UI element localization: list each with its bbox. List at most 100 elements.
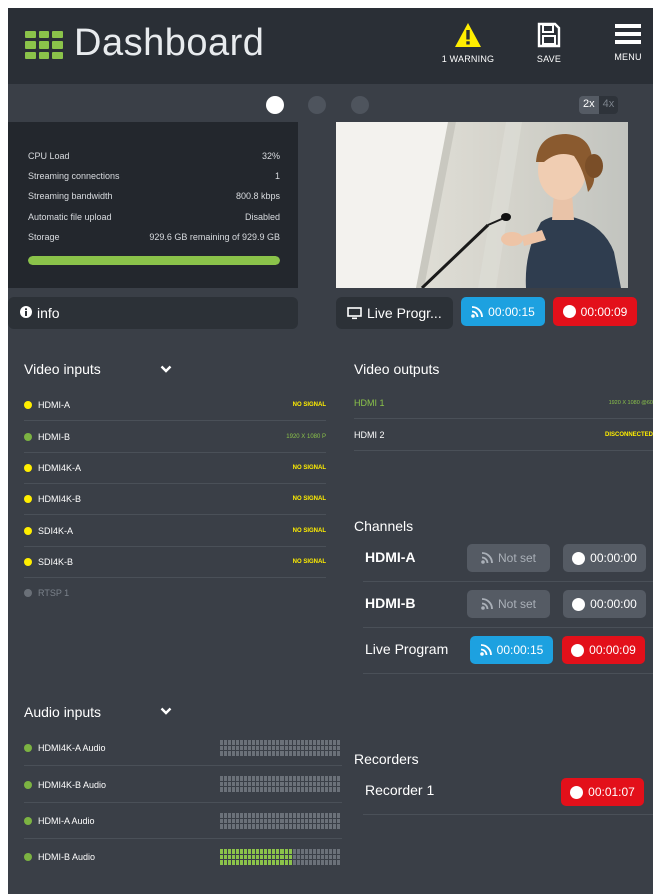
meter-cell: [240, 751, 244, 756]
channel-stream-button[interactable]: Not set: [467, 544, 550, 572]
meter-cell: [328, 781, 332, 787]
chevron-down-icon[interactable]: [160, 705, 172, 717]
meter-cell: [240, 745, 244, 751]
meter-cell: [304, 776, 308, 781]
meter-cell: [264, 787, 268, 792]
channel-name: Live Program: [365, 641, 449, 657]
meter-cell: [236, 781, 240, 787]
meter-cell: [228, 818, 232, 824]
save-button[interactable]: SAVE: [529, 22, 569, 64]
video-output-row[interactable]: HDMI 2 DISCONNECTED: [354, 419, 653, 451]
meter-cell: [220, 745, 224, 751]
video-inputs-title: Video inputs: [24, 361, 101, 377]
meter-cell: [240, 776, 244, 781]
status-dot: [24, 781, 32, 789]
meter-cell: [280, 813, 284, 818]
floppy-disk-icon: [537, 22, 561, 48]
meter-cell: [324, 776, 328, 781]
video-input-row[interactable]: SDI4K-B NO SIGNAL: [24, 546, 326, 578]
channel-stream-status: Not set: [497, 597, 536, 611]
video-input-row[interactable]: HDMI4K-B NO SIGNAL: [24, 483, 326, 515]
meter-cell: [224, 824, 228, 829]
meter-cell: [260, 781, 264, 787]
meter-cell: [336, 824, 340, 829]
meter-cell: [224, 849, 228, 854]
meter-cell: [280, 745, 284, 751]
zoom-toggle: 2x 4x: [579, 96, 619, 114]
video-input-row[interactable]: RTSP 1: [24, 577, 326, 608]
video-output-row[interactable]: HDMI 1 1920 X 1080 @60: [354, 387, 653, 419]
channel-record-button[interactable]: 00:00:00: [563, 590, 646, 618]
meter-cell: [312, 854, 316, 860]
meter-cell: [312, 860, 316, 865]
meter-cell: [260, 776, 264, 781]
live-preview-image[interactable]: [336, 122, 628, 288]
channel-record-button[interactable]: 00:00:09: [562, 636, 645, 664]
meter-cell: [332, 849, 336, 854]
meter-cell: [244, 849, 248, 854]
video-input-row[interactable]: SDI4K-A NO SIGNAL: [24, 515, 326, 547]
record-icon: [571, 643, 585, 657]
meter-cell: [228, 781, 232, 787]
zoom-2x-option[interactable]: 2x: [579, 96, 599, 114]
channel-row: Live Program 00:00:15 00:00:09: [363, 628, 653, 674]
menu-button[interactable]: MENU: [608, 22, 648, 62]
stat-value: Disabled: [244, 212, 280, 222]
live-program-stream-button[interactable]: 00:00:15: [461, 297, 545, 326]
meter-cell: [232, 740, 236, 745]
pager-dot-3[interactable]: [351, 96, 369, 114]
zoom-4x-option[interactable]: 4x: [598, 96, 619, 114]
meter-cell: [224, 781, 228, 787]
chevron-down-icon[interactable]: [160, 363, 172, 375]
meter-cell: [316, 740, 320, 745]
channel-name: HDMI-A: [365, 549, 416, 565]
meter-cell: [336, 740, 340, 745]
info-button[interactable]: info: [8, 297, 298, 329]
meter-cell: [268, 776, 272, 781]
live-program-button[interactable]: Live Progr...: [336, 297, 453, 329]
meter-cell: [260, 787, 264, 792]
meter-cell: [288, 854, 292, 860]
meter-cell: [240, 740, 244, 745]
pager-dot-1[interactable]: [266, 96, 284, 114]
meter-cell: [272, 824, 276, 829]
meter-cell: [288, 860, 292, 865]
meter-cell: [228, 740, 232, 745]
live-program-record-button[interactable]: 00:00:09: [553, 297, 637, 326]
video-input-row[interactable]: HDMI-A NO SIGNAL: [24, 389, 326, 421]
monitor-icon: [347, 306, 362, 320]
meter-cell: [280, 854, 284, 860]
meter-cell: [264, 813, 268, 818]
channel-stream-button[interactable]: 00:00:15: [470, 636, 553, 664]
meter-cell: [236, 849, 240, 854]
recorder-record-button[interactable]: 00:01:07: [561, 778, 644, 806]
channel-stream-button[interactable]: Not set: [467, 590, 550, 618]
video-input-name: HDMI4K-A: [38, 462, 82, 473]
meter-cell: [324, 824, 328, 829]
rss-icon: [481, 552, 493, 564]
meter-cell: [268, 854, 272, 860]
meter-cell: [256, 751, 260, 756]
pager-dot-2[interactable]: [308, 96, 326, 114]
meter-cell: [228, 787, 232, 792]
stat-row-connections: Streaming connections 1: [28, 171, 280, 181]
meter-cell: [260, 824, 264, 829]
meter-cell: [256, 854, 260, 860]
meter-cell: [292, 781, 296, 787]
meter-cell: [320, 860, 324, 865]
meter-cell: [296, 776, 300, 781]
warning-button[interactable]: 1 WARNING: [438, 22, 498, 64]
meter-cell: [232, 818, 236, 824]
stat-label: Storage: [28, 232, 60, 242]
meter-cell: [248, 860, 252, 865]
channel-record-button[interactable]: 00:00:00: [563, 544, 646, 572]
channel-record-time: 00:00:00: [590, 597, 637, 611]
header-bar: Dashboard 1 WARNING SAVE MENU: [8, 8, 653, 84]
meter-cell: [256, 860, 260, 865]
video-input-row[interactable]: HDMI-B 1920 X 1080 P: [24, 421, 326, 453]
meter-cell: [300, 854, 304, 860]
meter-cell: [300, 751, 304, 756]
video-outputs-title: Video outputs: [354, 361, 440, 377]
meter-cell: [328, 751, 332, 756]
video-input-row[interactable]: HDMI4K-A NO SIGNAL: [24, 452, 326, 484]
